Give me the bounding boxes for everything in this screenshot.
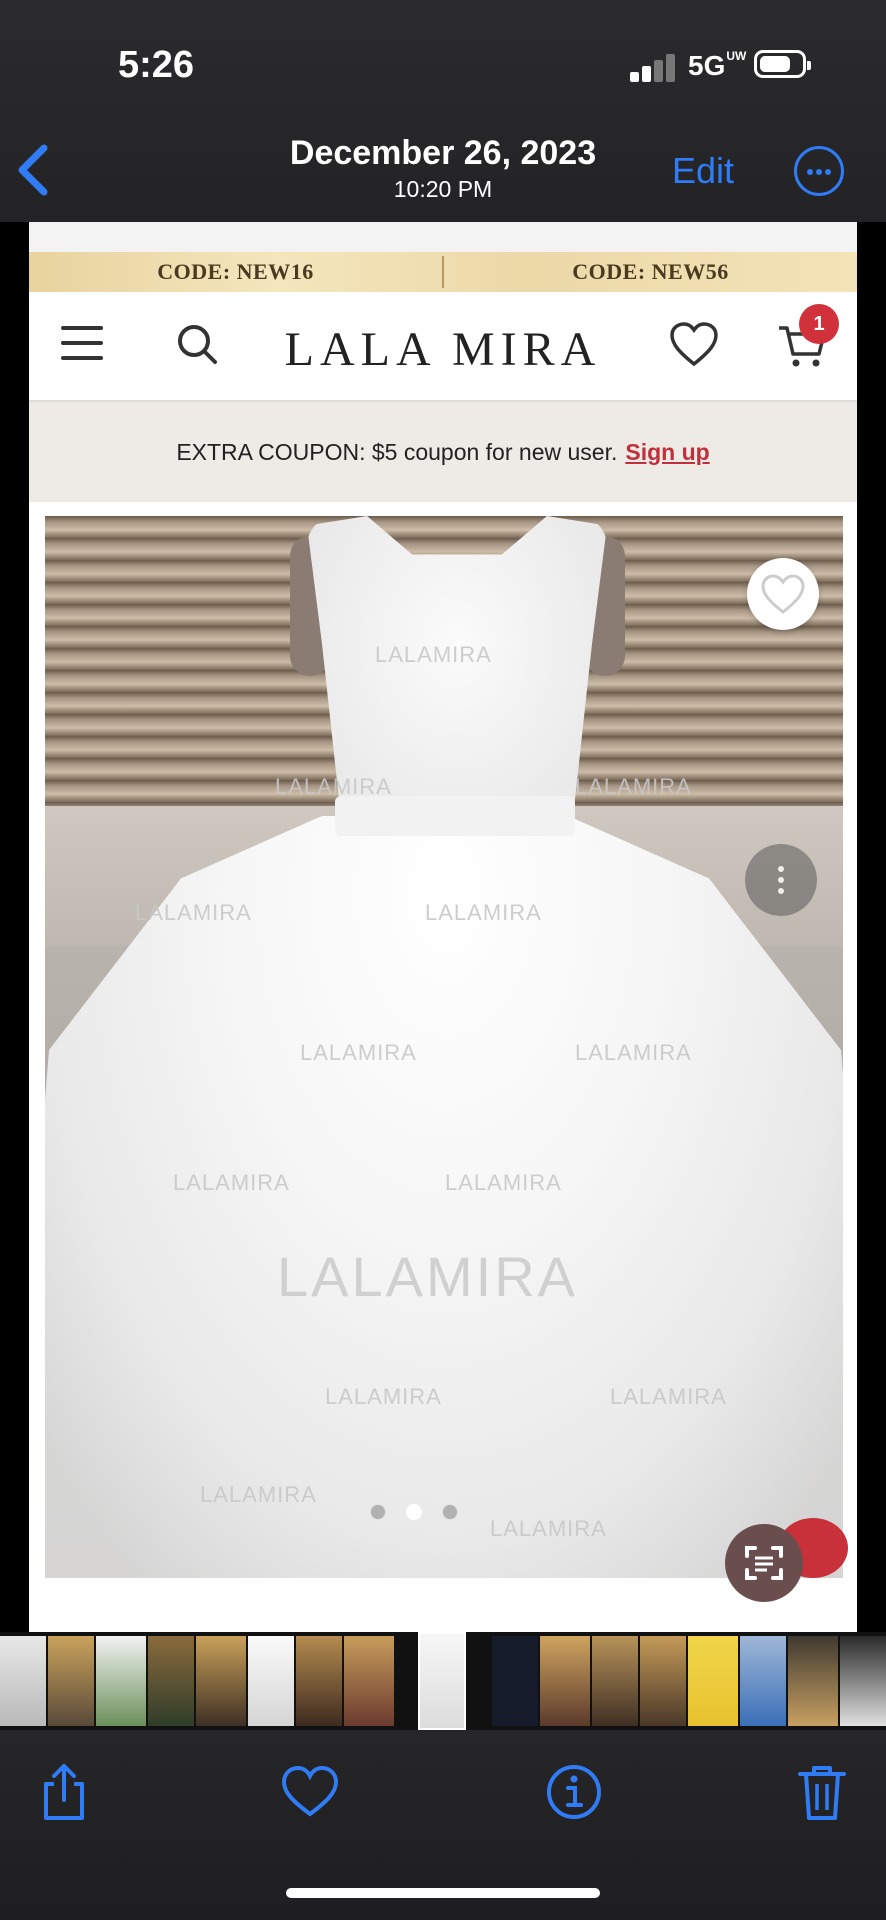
- thumbnail-selected[interactable]: [418, 1632, 466, 1730]
- carousel-dot-active[interactable]: [406, 1504, 422, 1520]
- thumbnail[interactable]: [0, 1636, 46, 1726]
- promo-code-right: CODE: NEW56: [572, 259, 729, 284]
- watermark: LALAMIRA: [173, 1170, 290, 1195]
- photo-viewer[interactable]: CODE: NEW16 CODE: NEW56 LALA MIRA 1 EXTR…: [0, 222, 886, 1632]
- photos-top-bar: 5:26 5GUW December 26, 2023 10:20 PM Edi…: [0, 0, 886, 222]
- ellipsis-circle-icon[interactable]: [794, 146, 844, 196]
- thumbnail[interactable]: [196, 1636, 246, 1726]
- dress-sash: [335, 796, 575, 836]
- more-options-button[interactable]: [745, 844, 817, 916]
- home-indicator[interactable]: [286, 1888, 600, 1898]
- photo-date: December 26, 2023: [289, 134, 597, 172]
- watermark: LALAMIRA: [490, 1516, 607, 1541]
- promo-banner[interactable]: CODE: NEW16 CODE: NEW56: [29, 252, 857, 292]
- wishlist-heart-icon[interactable]: [669, 322, 719, 368]
- add-to-wishlist-button[interactable]: [747, 558, 819, 630]
- thumbnail[interactable]: [788, 1636, 838, 1726]
- watermark: LALAMIRA: [275, 774, 392, 799]
- status-time: 5:26: [118, 44, 195, 86]
- website-screenshot: CODE: NEW16 CODE: NEW56 LALA MIRA 1 EXTR…: [29, 222, 857, 1632]
- share-icon[interactable]: [32, 1760, 96, 1824]
- watermark: LALAMIRA: [300, 1040, 417, 1065]
- watermark: LALAMIRA: [135, 900, 252, 925]
- trash-icon[interactable]: [790, 1760, 854, 1824]
- thumbnail[interactable]: [248, 1636, 294, 1726]
- watermark: LALAMIRA: [575, 774, 692, 799]
- thumbnail[interactable]: [492, 1636, 538, 1726]
- cart-count-badge: 1: [799, 304, 839, 344]
- carousel-dot[interactable]: [370, 1504, 386, 1520]
- thumbnail[interactable]: [344, 1636, 394, 1726]
- network-indicator: 5GUW: [688, 49, 747, 81]
- watermark: LALAMIRA: [375, 642, 492, 667]
- watermark: LALAMIRA: [445, 1170, 562, 1195]
- watermark: LALAMIRA: [325, 1384, 442, 1409]
- watermark: LALAMIRA: [575, 1040, 692, 1065]
- edit-button[interactable]: Edit: [672, 150, 734, 192]
- heart-icon[interactable]: [278, 1760, 342, 1824]
- watermark: LALAMIRA: [200, 1482, 317, 1507]
- text-scan-icon: [745, 1546, 783, 1580]
- battery-icon: [754, 50, 811, 78]
- cellular-signal-icon: [630, 52, 676, 82]
- info-icon[interactable]: [542, 1760, 606, 1824]
- carousel-dots[interactable]: [360, 1504, 468, 1525]
- dress-tulle-skirt: [45, 816, 843, 1578]
- thumbnail[interactable]: [48, 1636, 94, 1726]
- watermark: LALAMIRA: [425, 900, 542, 925]
- thumbnail[interactable]: [540, 1636, 590, 1726]
- site-logo[interactable]: LALA MIRA: [29, 322, 857, 377]
- coupon-text: EXTRA COUPON: $5 coupon for new user.: [176, 438, 618, 465]
- heart-outline-icon: [761, 574, 805, 614]
- live-text-scan-button[interactable]: [725, 1524, 803, 1602]
- thumbnail[interactable]: [840, 1636, 886, 1726]
- thumbnail-strip[interactable]: [0, 1632, 886, 1730]
- top-strip: [29, 222, 857, 252]
- thumbnail[interactable]: [96, 1636, 146, 1726]
- thumbnail[interactable]: [592, 1636, 638, 1726]
- sign-up-link[interactable]: Sign up: [625, 439, 709, 466]
- carousel-dot[interactable]: [442, 1504, 458, 1520]
- promo-code-left: CODE: NEW16: [157, 259, 314, 284]
- site-header: LALA MIRA 1: [29, 292, 857, 402]
- photo-time: 10:20 PM: [393, 176, 493, 202]
- thumbnail[interactable]: [296, 1636, 342, 1726]
- thumbnail[interactable]: [148, 1636, 194, 1726]
- product-image[interactable]: LALAMIRA LALAMIRA LALAMIRA LALAMIRA LALA…: [45, 516, 843, 1578]
- thumbnail[interactable]: [688, 1636, 738, 1726]
- thumbnail[interactable]: [640, 1636, 686, 1726]
- thumbnail[interactable]: [740, 1636, 786, 1726]
- watermark-large: LALAMIRA: [277, 1245, 578, 1308]
- coupon-banner: EXTRA COUPON: $5 coupon for new user. Si…: [29, 402, 857, 502]
- watermark: LALAMIRA: [610, 1384, 727, 1409]
